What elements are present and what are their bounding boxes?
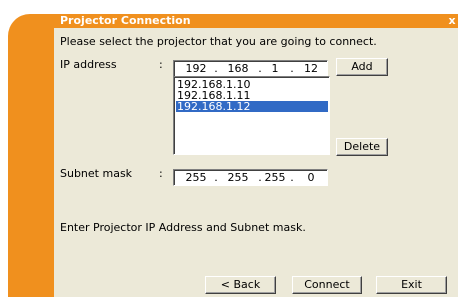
ip-octet-2[interactable]: 168 <box>220 62 256 75</box>
ip-address-field[interactable]: 192 . 168 . 1 . 12 <box>173 60 328 77</box>
status-message: Enter Projector IP Address and Subnet ma… <box>60 221 306 234</box>
exit-button[interactable]: Exit <box>376 276 447 294</box>
ip-address-label: IP address <box>60 58 117 71</box>
subnet-mask-field[interactable]: 255 . 255 . 255 . 0 <box>173 169 328 186</box>
ip-octet-1[interactable]: 192 <box>180 62 212 75</box>
mask-octet-2[interactable]: 255 <box>220 171 256 184</box>
window-title: Projector Connection <box>60 14 191 27</box>
subnet-mask-colon: : <box>159 167 163 180</box>
delete-button[interactable]: Delete <box>336 138 388 156</box>
ip-dot-1: . <box>214 62 218 75</box>
ip-dot-3: . <box>290 62 294 75</box>
mask-dot-3: . <box>290 171 294 184</box>
close-icon[interactable]: x <box>446 15 458 27</box>
connect-button[interactable]: Connect <box>292 276 362 294</box>
ip-octet-3[interactable]: 1 <box>264 62 286 75</box>
ip-dot-2: . <box>258 62 262 75</box>
back-button[interactable]: < Back <box>205 276 276 294</box>
mask-octet-4[interactable]: 0 <box>298 171 324 184</box>
mask-dot-1: . <box>214 171 218 184</box>
ip-address-colon: : <box>159 58 163 71</box>
ip-octet-4[interactable]: 12 <box>298 62 324 75</box>
dialog-panel: Please select the projector that you are… <box>54 28 458 297</box>
add-button[interactable]: Add <box>336 58 388 76</box>
list-item-selected[interactable]: 192.168.1.12 <box>176 101 328 112</box>
projector-list[interactable]: 192.168.1.10 192.168.1.11 192.168.1.12 <box>173 76 330 155</box>
mask-octet-3[interactable]: 255 <box>264 171 286 184</box>
instruction-text: Please select the projector that you are… <box>60 35 377 48</box>
subnet-mask-label: Subnet mask <box>60 167 133 180</box>
mask-octet-1[interactable]: 255 <box>180 171 212 184</box>
app-window: Projector Connection x Please select the… <box>0 0 471 297</box>
orange-side-banner <box>8 14 54 297</box>
mask-dot-2: . <box>258 171 262 184</box>
window-edge <box>458 14 471 297</box>
